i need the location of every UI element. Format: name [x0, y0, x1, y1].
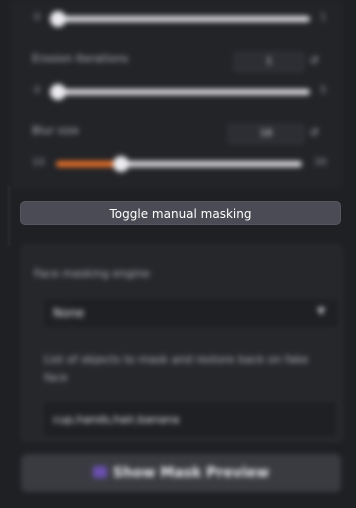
erosion-iterations-slider[interactable]: 0 5	[10, 82, 343, 102]
erosion-iterations-input[interactable]: 1	[234, 52, 304, 72]
slider-min: 0	[34, 85, 41, 96]
slider-track[interactable]	[56, 16, 310, 22]
show-mask-preview-button[interactable]: Show Mask Preview	[21, 454, 341, 492]
reset-icon[interactable]: ↺	[307, 54, 321, 68]
slider-max: 1	[320, 12, 327, 23]
slider-unnamed[interactable]: 0 1	[10, 9, 343, 29]
face-masking-panel: Face masking engine None ▼ List of objec…	[21, 244, 343, 442]
slider-track[interactable]	[56, 89, 310, 95]
select-value: None	[53, 306, 85, 320]
slider-thumb[interactable]	[113, 156, 129, 172]
blur-size-slider[interactable]: 10 30	[10, 154, 343, 174]
slider-min: 10	[32, 157, 45, 168]
toggle-manual-masking-button[interactable]: Toggle manual masking	[20, 201, 341, 225]
objects-to-mask-label: List of objects to mask and restore back…	[44, 353, 309, 384]
slider-max: 30	[314, 157, 327, 168]
settings-page: 0 1 Erosion Iterations 1 ↺ 0 5 Blur size…	[0, 0, 356, 508]
slider-thumb[interactable]	[50, 11, 66, 27]
blur-size-label: Blur size	[32, 124, 79, 137]
objects-to-mask-input[interactable]: cup,hands,hair,banana	[42, 400, 338, 438]
chevron-down-icon[interactable]: ▼	[317, 306, 325, 317]
slider-thumb[interactable]	[50, 84, 66, 100]
face-masking-engine-label: Face masking engine	[34, 267, 150, 280]
erosion-iterations-label: Erosion Iterations	[32, 52, 129, 65]
face-masking-engine-select[interactable]: None ▼	[42, 297, 340, 329]
top-settings-panel: 0 1 Erosion Iterations 1 ↺ 0 5 Blur size…	[10, 0, 343, 190]
slider-max: 5	[320, 85, 327, 96]
slider-min: 0	[34, 12, 41, 23]
blur-size-input[interactable]: 16	[228, 124, 304, 144]
masking-section: Face masking engine None ▼ List of objec…	[10, 232, 346, 508]
clapperboard-icon	[92, 466, 107, 478]
show-mask-preview-label: Show Mask Preview	[112, 465, 270, 481]
reset-icon[interactable]: ↺	[307, 126, 321, 140]
